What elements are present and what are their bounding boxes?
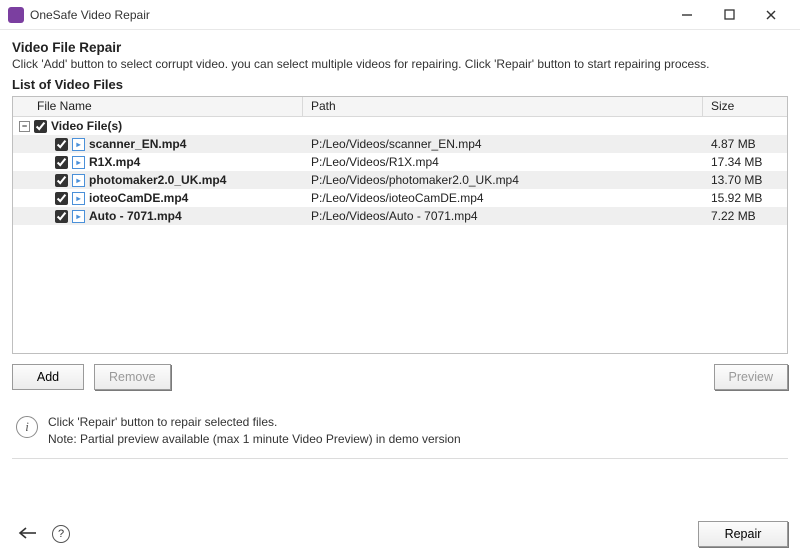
minimize-button[interactable]	[666, 1, 708, 29]
preview-button[interactable]: Preview	[714, 364, 788, 390]
info-icon: i	[16, 416, 38, 438]
cell-filename: ▸ scanner_EN.mp4	[13, 137, 303, 151]
note-box: i Click 'Repair' button to repair select…	[12, 406, 788, 459]
filename-text: photomaker2.0_UK.mp4	[89, 173, 226, 187]
table-row[interactable]: ▸ photomaker2.0_UK.mp4 P:/Leo/Videos/photo…	[13, 171, 787, 189]
cell-path: P:/Leo/Videos/Auto - 7071.mp4	[303, 209, 703, 223]
footer-bar: ? Repair	[0, 512, 800, 556]
app-title: OneSafe Video Repair	[30, 8, 150, 22]
note-line1: Click 'Repair' button to repair selected…	[48, 414, 461, 431]
maximize-button[interactable]	[708, 1, 750, 29]
filename-text: R1X.mp4	[89, 155, 140, 169]
column-header-name[interactable]: File Name	[13, 97, 303, 116]
window-controls	[666, 1, 792, 29]
cell-path: P:/Leo/Videos/photomaker2.0_UK.mp4	[303, 173, 703, 187]
video-file-icon: ▸	[72, 156, 85, 169]
filename-text: Auto - 7071.mp4	[89, 209, 182, 223]
page-title: Video File Repair	[12, 40, 788, 55]
titlebar: OneSafe Video Repair	[0, 0, 800, 30]
back-button[interactable]	[12, 520, 44, 549]
row-checkbox[interactable]	[55, 192, 68, 205]
row-checkbox[interactable]	[55, 138, 68, 151]
expand-toggle[interactable]: −	[19, 121, 30, 132]
root-row[interactable]: − Video File(s)	[13, 117, 787, 135]
row-checkbox[interactable]	[55, 156, 68, 169]
close-button[interactable]	[750, 1, 792, 29]
cell-filename: ▸ R1X.mp4	[13, 155, 303, 169]
cell-path: P:/Leo/Videos/R1X.mp4	[303, 155, 703, 169]
cell-size: 17.34 MB	[703, 155, 787, 169]
add-button[interactable]: Add	[12, 364, 84, 390]
table-row[interactable]: ▸ R1X.mp4 P:/Leo/Videos/R1X.mp417.34 MB	[13, 153, 787, 171]
remove-button[interactable]: Remove	[94, 364, 171, 390]
video-file-icon: ▸	[72, 210, 85, 223]
video-file-icon: ▸	[72, 174, 85, 187]
root-checkbox[interactable]	[34, 120, 47, 133]
rows-area[interactable]: − Video File(s) ▸ scanner_EN.mp4 P:/Leo/Vi…	[13, 117, 787, 353]
cell-path: P:/Leo/Videos/scanner_EN.mp4	[303, 137, 703, 151]
cell-filename: ▸ Auto - 7071.mp4	[13, 209, 303, 223]
cell-size: 15.92 MB	[703, 191, 787, 205]
row-checkbox[interactable]	[55, 210, 68, 223]
list-label: List of Video Files	[12, 77, 788, 92]
cell-filename: ▸ photomaker2.0_UK.mp4	[13, 173, 303, 187]
table-row[interactable]: ▸ ioteoCamDE.mp4 P:/Leo/Videos/ioteoCamDE.…	[13, 189, 787, 207]
root-label: Video File(s)	[51, 119, 122, 133]
cell-size: 13.70 MB	[703, 173, 787, 187]
page-description: Click 'Add' button to select corrupt vid…	[12, 57, 788, 71]
cell-filename: ▸ ioteoCamDE.mp4	[13, 191, 303, 205]
filename-text: scanner_EN.mp4	[89, 137, 186, 151]
note-line2: Note: Partial preview available (max 1 m…	[48, 431, 461, 448]
cell-path: P:/Leo/Videos/ioteoCamDE.mp4	[303, 191, 703, 205]
column-header-size[interactable]: Size	[703, 97, 787, 116]
table-row[interactable]: ▸ scanner_EN.mp4 P:/Leo/Videos/scanner_EN.…	[13, 135, 787, 153]
filename-text: ioteoCamDE.mp4	[89, 191, 188, 205]
column-header-path[interactable]: Path	[303, 97, 703, 116]
note-text: Click 'Repair' button to repair selected…	[48, 414, 461, 448]
cell-size: 7.22 MB	[703, 209, 787, 223]
help-button[interactable]: ?	[52, 525, 70, 543]
cell-size: 4.87 MB	[703, 137, 787, 151]
video-file-icon: ▸	[72, 192, 85, 205]
table-row[interactable]: ▸ Auto - 7071.mp4 P:/Leo/Videos/Auto - 707…	[13, 207, 787, 225]
column-headers: File Name Path Size	[13, 97, 787, 117]
row-checkbox[interactable]	[55, 174, 68, 187]
repair-button[interactable]: Repair	[698, 521, 788, 547]
video-file-icon: ▸	[72, 138, 85, 151]
app-icon	[8, 7, 24, 23]
file-grid: FILECR .com File Name Path Size − Video …	[12, 96, 788, 354]
